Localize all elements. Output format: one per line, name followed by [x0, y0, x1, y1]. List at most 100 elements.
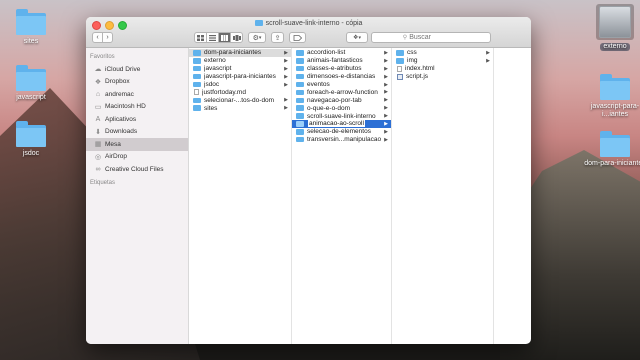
- search-input[interactable]: [409, 34, 460, 41]
- folder-row[interactable]: o-que-e-o-dom ▶: [292, 104, 391, 112]
- item-name-text: animais-fantasticos: [307, 57, 363, 65]
- file-row[interactable]: script.js: [392, 73, 493, 81]
- folder-icon: [600, 131, 630, 157]
- sidebar-item-airdrop[interactable]: ◎ AirDrop: [86, 151, 188, 164]
- cloud-icon: ☁: [94, 66, 102, 74]
- folder-row[interactable]: javascript ▶: [189, 65, 291, 73]
- disclosure-arrow-icon: ▶: [284, 97, 288, 104]
- folder-row[interactable]: selecao-de-elementos ▶: [292, 128, 391, 136]
- item-name: o-que-e-o-dom: [307, 105, 384, 112]
- desktop-folder-javascript-para-iniciantes[interactable]: javascript-para-i...iantes: [580, 74, 640, 119]
- desktop-drive-externo[interactable]: externo: [580, 4, 640, 51]
- folder-row[interactable]: accordion-list ▶: [292, 49, 391, 57]
- desktop-folder-jsdoc[interactable]: jsdoc: [0, 121, 66, 158]
- disclosure-arrow-icon: ▶: [384, 65, 388, 72]
- item-name: transversin...manipulacao: [307, 136, 384, 143]
- folder-row[interactable]: css ▶: [392, 49, 493, 57]
- folder-row[interactable]: scroll-suave-link-interno ▶: [292, 112, 391, 120]
- item-name: dom-para-iniciantes: [204, 49, 284, 56]
- desktop-folder-javascript[interactable]: javascript: [0, 65, 66, 102]
- sidebar-item-label: Downloads: [105, 128, 138, 136]
- disclosure-arrow-icon: ▶: [284, 57, 288, 64]
- item-name: dimensoes-e-distancias: [307, 73, 384, 80]
- tag-icon: [293, 34, 302, 41]
- folder-row[interactable]: foreach-e-arrow-function ▶: [292, 88, 391, 96]
- item-name: navegacao-por-tab: [307, 97, 384, 104]
- folder-icon: [193, 73, 201, 80]
- folder-row[interactable]: animacao-ao-scroll ▶: [292, 120, 391, 128]
- share-button[interactable]: ⇪: [271, 32, 284, 43]
- item-name: accordion-list: [307, 49, 384, 56]
- folder-icon: [296, 65, 304, 72]
- sidebar-item-label: Macintosh HD: [105, 103, 146, 111]
- action-menu-button[interactable]: ⚙ ▾: [248, 32, 266, 43]
- sidebar-item-andremac[interactable]: ⌂ andremac: [86, 88, 188, 101]
- column-3: css ▶ img ▶ index.html script.js: [392, 48, 494, 344]
- item-name: javascript: [204, 65, 284, 72]
- sidebar-item-downloads[interactable]: ⬇ Downloads: [86, 126, 188, 139]
- js-file-icon: [397, 73, 403, 80]
- item-name-text: o-que-e-o-dom: [307, 104, 350, 112]
- share-icon: ⇪: [274, 34, 281, 42]
- folder-icon: [16, 121, 46, 147]
- item-name: foreach-e-arrow-function: [307, 89, 384, 96]
- item-name: selecao-de-elementos: [307, 128, 384, 135]
- sidebar-item-label: Creative Cloud Files: [105, 165, 164, 173]
- sidebar-item-macintosh-hd[interactable]: ▭ Macintosh HD: [86, 101, 188, 114]
- item-name-text: dom-para-iniciantes: [204, 49, 262, 57]
- file-row[interactable]: index.html: [392, 65, 493, 73]
- folder-icon: [16, 9, 46, 35]
- disclosure-arrow-icon: ▶: [284, 73, 288, 80]
- dropbox-toolbar-button[interactable]: ❖ ▾: [346, 32, 368, 43]
- folder-row[interactable]: dom-para-iniciantes ▶: [189, 49, 291, 57]
- columns-icon: [221, 34, 228, 41]
- file-row[interactable]: justfortoday.md: [189, 88, 291, 96]
- sidebar-item-aplicativos[interactable]: A Aplicativos: [86, 113, 188, 126]
- disclosure-arrow-icon: ▶: [384, 57, 388, 64]
- item-name-text: selecao-de-elementos: [307, 128, 371, 136]
- cover-flow-button[interactable]: [230, 32, 243, 43]
- folder-icon: [296, 89, 304, 96]
- folder-row[interactable]: jsdoc ▶: [189, 81, 291, 89]
- folder-row[interactable]: dimensoes-e-distancias ▶: [292, 73, 391, 81]
- grid-icon: [197, 34, 204, 41]
- sidebar-item-dropbox[interactable]: ❖ Dropbox: [86, 76, 188, 89]
- sidebar-item-creative-cloud-files[interactable]: ∞ Creative Cloud Files: [86, 163, 188, 176]
- item-name: sites: [204, 105, 284, 112]
- search-field[interactable]: ⚲: [371, 32, 491, 43]
- external-drive-icon: [599, 6, 631, 38]
- item-name-text: transversin...manipulacao: [307, 136, 382, 144]
- sidebar-item-icloud-drive[interactable]: ☁ iCloud Drive: [86, 63, 188, 76]
- folder-icon: [296, 81, 304, 88]
- desktop-folder-sites[interactable]: sites: [0, 9, 66, 46]
- folder-row[interactable]: eventos ▶: [292, 81, 391, 89]
- folder-icon: [296, 97, 304, 104]
- rename-field[interactable]: animacao-ao-scroll: [307, 120, 366, 128]
- item-name: eventos: [307, 81, 384, 88]
- sidebar-item-mesa[interactable]: ▦ Mesa: [86, 138, 188, 151]
- downloads-icon: ⬇: [95, 128, 101, 136]
- disclosure-arrow-icon: ▶: [384, 49, 388, 56]
- tags-button[interactable]: [289, 32, 306, 43]
- folder-icon: [193, 105, 201, 111]
- disclosure-arrow-icon: ▶: [486, 49, 490, 56]
- sidebar-item-label: AirDrop: [105, 153, 128, 161]
- folder-row[interactable]: externo ▶: [189, 57, 291, 65]
- folder-row[interactable]: selecionar-...tos-do-dom ▶: [189, 96, 291, 104]
- item-name-text: justfortoday.md: [202, 88, 246, 96]
- folder-row[interactable]: sites ▶: [189, 104, 291, 112]
- folder-icon: [600, 74, 630, 100]
- desktop-icon-label: sites: [23, 38, 39, 45]
- folder-row[interactable]: img ▶: [392, 57, 493, 65]
- folder-row[interactable]: animais-fantasticos ▶: [292, 57, 391, 65]
- item-name: jsdoc: [204, 81, 284, 88]
- folder-row[interactable]: javascript-para-iniciantes ▶: [189, 73, 291, 81]
- folder-icon: [296, 136, 304, 143]
- item-name-text: classes-e-atributos: [307, 65, 362, 73]
- desktop-folder-dom-para-iniciantes[interactable]: dom-para-iniciantes: [580, 131, 640, 168]
- folder-row[interactable]: classes-e-atributos ▶: [292, 65, 391, 73]
- forward-button[interactable]: ›: [102, 32, 113, 43]
- sidebar-item-label: iCloud Drive: [105, 65, 141, 73]
- folder-row[interactable]: navegacao-por-tab ▶: [292, 96, 391, 104]
- folder-row[interactable]: transversin...manipulacao ▶: [292, 136, 391, 144]
